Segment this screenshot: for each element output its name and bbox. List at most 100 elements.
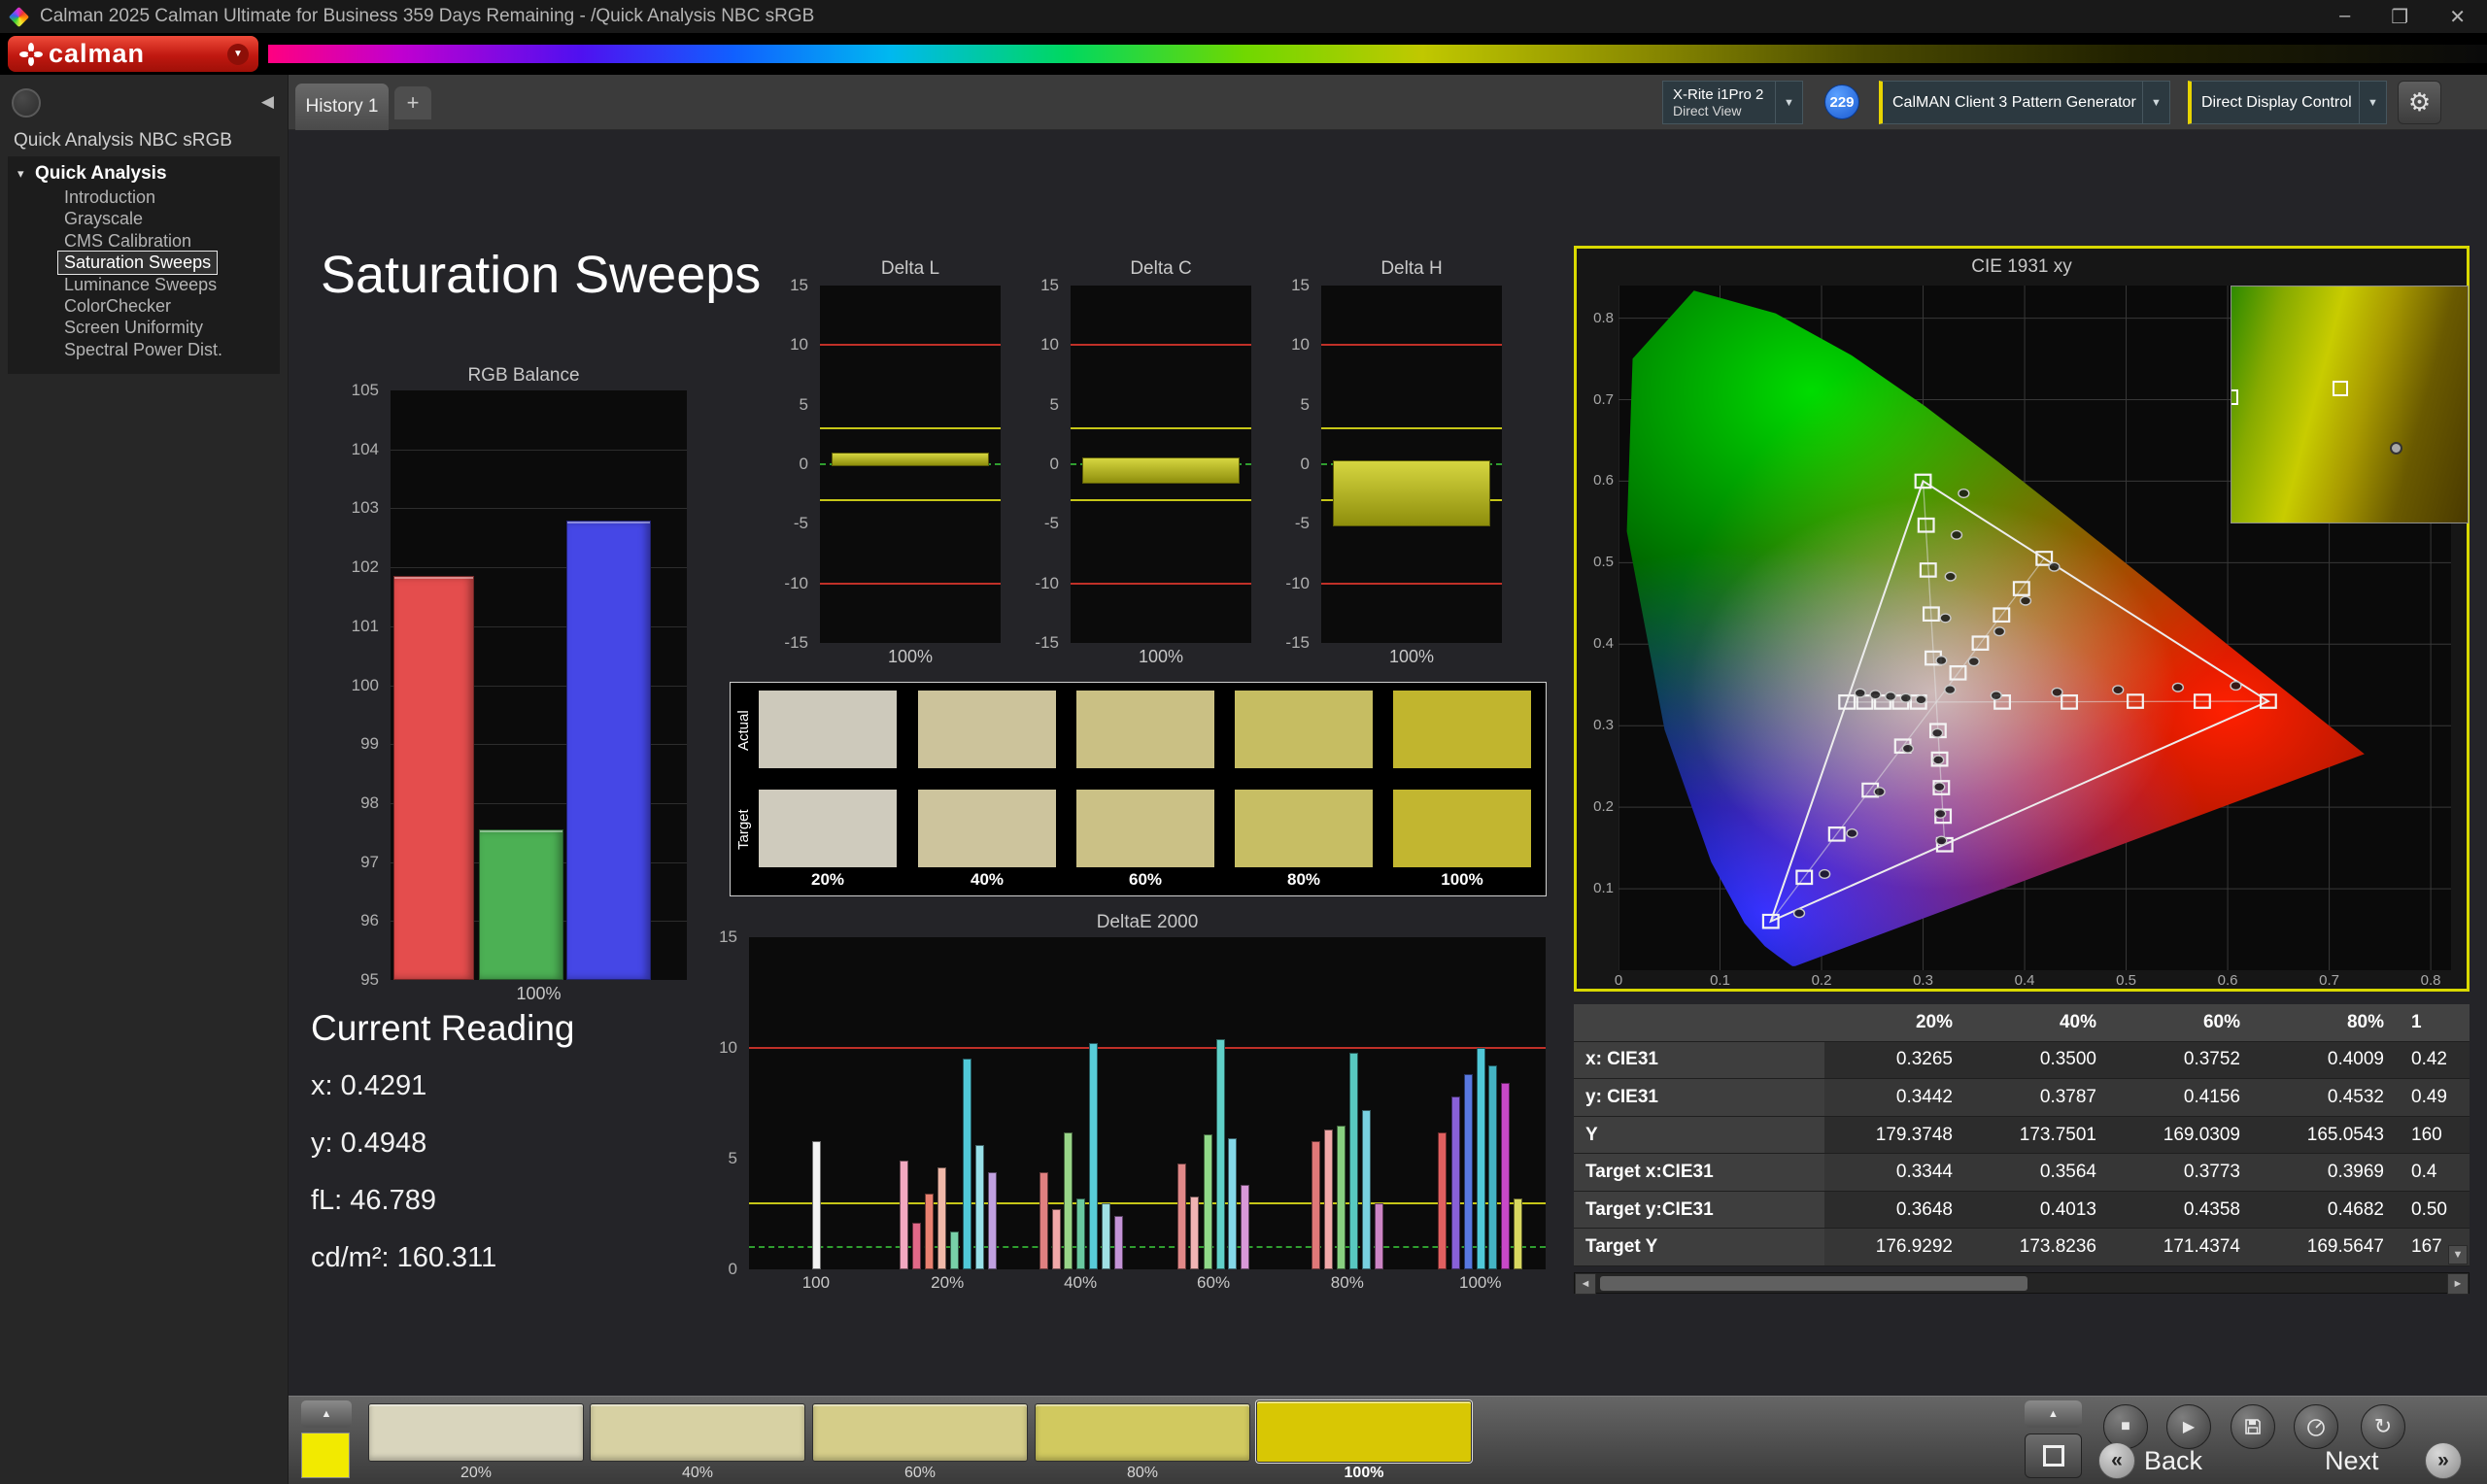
ytick-label: -10 [1285, 573, 1310, 592]
table-scroll-down-button[interactable]: ▼ [2448, 1245, 2468, 1265]
deltae-bar [1089, 1043, 1099, 1269]
deltae-bar [925, 1194, 935, 1269]
add-tab-button[interactable]: + [394, 86, 431, 119]
sidebar-item-colorchecker[interactable]: ColorChecker [8, 295, 280, 317]
delta-l-y-axis: 15 10 5 0 -5 -10 -15 [766, 276, 816, 652]
deltae-bar [900, 1161, 909, 1269]
row-label: Target x:CIE31 [1574, 1154, 1824, 1191]
cie-measured-point [1916, 695, 1926, 704]
cie-measured-point [2021, 596, 2031, 605]
calman-logo-button[interactable]: calman ▼ [8, 36, 258, 72]
sidebar-item-screen-uniformity[interactable]: Screen Uniformity [8, 317, 280, 338]
logo-menu-caret-icon[interactable]: ▼ [227, 43, 249, 65]
stop-pattern-button[interactable] [2025, 1433, 2082, 1478]
cie-y-axis: 0.1 0.2 0.3 0.4 0.5 0.6 0.7 0.8 [1577, 286, 1618, 970]
table-cell: 0.3969 [2327, 1162, 2384, 1183]
pattern-panel-expand-button[interactable]: ▲ [301, 1400, 352, 1428]
current-reading-heading: Current Reading [311, 1008, 575, 1048]
maximize-button[interactable]: ❐ [2391, 5, 2408, 29]
settings-button[interactable]: ⚙ [2398, 81, 2441, 124]
rgb-bar-red [393, 576, 474, 980]
scroll-right-button[interactable]: ► [2447, 1273, 2469, 1295]
calman-flower-icon [19, 42, 43, 66]
deltae-bar [1450, 1096, 1460, 1269]
sidebar-collapse-icon[interactable]: ◀ [261, 92, 274, 112]
pattern-swatch-label: 80% [1126, 1465, 1159, 1481]
deltae-bar [962, 1059, 971, 1269]
table-cell: 169.5647 [2306, 1236, 2384, 1258]
rgb-balance-chart [391, 390, 687, 980]
pattern-swatch-20%[interactable] [368, 1403, 584, 1462]
ytick-label: 0 [728, 1260, 737, 1278]
swatch-target-40% [918, 790, 1056, 867]
inset-target-square [2333, 381, 2348, 396]
table-cell: 0.49 [2411, 1086, 2447, 1107]
delta-l-chart [820, 286, 1001, 643]
rgb-ytick-label: 99 [360, 734, 379, 754]
meter-dropdown[interactable]: X-Rite i1Pro 2 Direct View ▼ [1662, 81, 1803, 124]
tree-root-quick-analysis[interactable]: ▾ Quick Analysis [8, 161, 280, 186]
cie-measured-point [1936, 836, 1947, 845]
cie-xtick-label: 0.8 [2420, 972, 2441, 989]
meter-name: X-Rite i1Pro 2 [1673, 85, 1764, 103]
sidebar-home-button[interactable] [12, 88, 41, 118]
tab-label: History 1 [305, 96, 379, 117]
sidebar-item-spectral-power-dist-[interactable]: Spectral Power Dist. [8, 339, 280, 360]
limit-line-red [749, 1047, 1546, 1049]
meter-icon [2307, 1419, 2325, 1436]
window-title: Calman 2025 Calman Ultimate for Business… [40, 6, 815, 26]
next-chevron-icon[interactable]: » [2425, 1442, 2462, 1479]
pattern-swatch-label: 100% [1344, 1465, 1384, 1481]
rgb-bar-green [479, 829, 563, 980]
cie-measured-point [1794, 909, 1805, 918]
ytick-label: 10 [719, 1038, 737, 1057]
cie-measured-point [1932, 728, 1943, 737]
table-row: y: CIE31 0.3442 0.3787 0.4156 0.4532 0.49 [1574, 1079, 2470, 1117]
rgb-ytick-label: 101 [351, 616, 379, 635]
table-horizontal-scrollbar[interactable]: ◄ ► [1574, 1272, 2470, 1295]
cie-xtick-label: 0.3 [1913, 972, 1933, 989]
column-header: 20% [1915, 1011, 1953, 1032]
save-button[interactable] [2231, 1404, 2275, 1449]
pattern-swatch-80%[interactable] [1035, 1403, 1250, 1462]
current-pattern-swatch[interactable] [301, 1433, 350, 1478]
pattern-swatch-60%[interactable] [812, 1403, 1028, 1462]
tree-expander-icon: ▾ [17, 166, 24, 181]
limit-line-yellow [1071, 498, 1251, 501]
scroll-left-button[interactable]: ◄ [1575, 1273, 1596, 1295]
display-control-label: Direct Display Control [2201, 93, 2352, 111]
next-button[interactable]: Next [2325, 1442, 2379, 1479]
sidebar-item-grayscale[interactable]: Grayscale [8, 208, 280, 229]
meter-mode: Direct View [1673, 102, 1742, 118]
tab-history-1[interactable]: History 1 [295, 84, 389, 130]
deltae-bar [1177, 1163, 1187, 1269]
table-cell: 171.4374 [2163, 1236, 2240, 1258]
ytick-label: 10 [790, 335, 808, 354]
column-header: 1 [2411, 1011, 2422, 1032]
ytick-label: 5 [728, 1149, 737, 1167]
back-chevron-icon[interactable]: « [2098, 1442, 2135, 1479]
sidebar-item-cms-calibration[interactable]: CMS Calibration [8, 230, 280, 252]
display-control-dropdown[interactable]: Direct Display Control ▼ [2188, 81, 2387, 124]
scrollbar-thumb[interactable] [1600, 1276, 2027, 1291]
pattern-generator-dropdown[interactable]: CalMAN Client 3 Pattern Generator ▼ [1879, 81, 2170, 124]
cie-xtick-label: 0.6 [2217, 972, 2238, 989]
transport-expand-button[interactable]: ▲ [2025, 1400, 2082, 1428]
ytick-label: 15 [790, 276, 808, 294]
cie-measured-point [1945, 572, 1956, 581]
measurement-count-badge[interactable]: 229 [1824, 84, 1859, 119]
xtick-label: 20% [931, 1273, 965, 1292]
pattern-swatch-40%[interactable] [590, 1403, 805, 1462]
sidebar: ◀ Quick Analysis NBC sRGB ▾ Quick Analys… [0, 75, 289, 1484]
minimize-button[interactable]: – [2339, 5, 2350, 29]
close-button[interactable]: ✕ [2449, 5, 2466, 29]
pattern-swatch-100%[interactable] [1256, 1400, 1472, 1463]
sidebar-item-saturation-sweeps[interactable]: Saturation Sweeps [56, 251, 219, 275]
limit-line-yellow [820, 427, 1001, 430]
limit-line-yellow [1071, 427, 1251, 430]
sidebar-item-luminance-sweeps[interactable]: Luminance Sweeps [8, 274, 280, 295]
back-button[interactable]: Back [2144, 1442, 2202, 1479]
limit-line-yellow [1321, 427, 1502, 430]
sidebar-item-introduction[interactable]: Introduction [8, 186, 280, 208]
delta-l-x-label: 100% [887, 647, 934, 666]
